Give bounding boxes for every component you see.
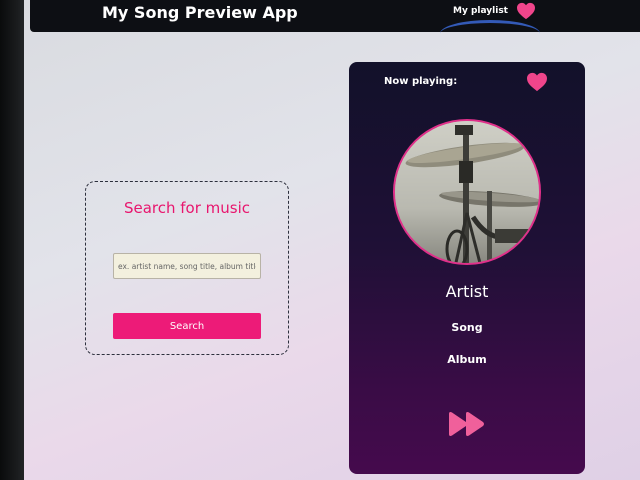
app-screen: My Song Preview App My playlist Search f… <box>24 0 640 480</box>
next-track-button[interactable] <box>447 410 487 438</box>
app-title: My Song Preview App <box>102 3 298 22</box>
search-button[interactable]: Search <box>113 313 261 339</box>
my-playlist-link[interactable]: My playlist <box>453 6 508 16</box>
artist-name: Artist <box>445 282 489 301</box>
fast-forward-icon <box>449 412 484 436</box>
song-title: Song <box>451 321 483 334</box>
now-playing-label: Now playing: <box>384 76 458 87</box>
favorite-heart-icon[interactable] <box>526 72 548 92</box>
search-title: Search for music <box>123 199 251 217</box>
search-panel: Search for music Search <box>85 181 289 355</box>
drum-kit-illustration <box>395 121 539 263</box>
navbar-glow-decoration <box>440 20 540 47</box>
album-title: Album <box>447 353 487 366</box>
heart-icon[interactable] <box>516 2 536 20</box>
now-playing-card: Now playing: Artist Song Album <box>349 62 585 474</box>
top-navbar: My Song Preview App My playlist <box>30 0 640 32</box>
search-input[interactable] <box>113 253 261 279</box>
album-cover-image <box>393 119 541 265</box>
